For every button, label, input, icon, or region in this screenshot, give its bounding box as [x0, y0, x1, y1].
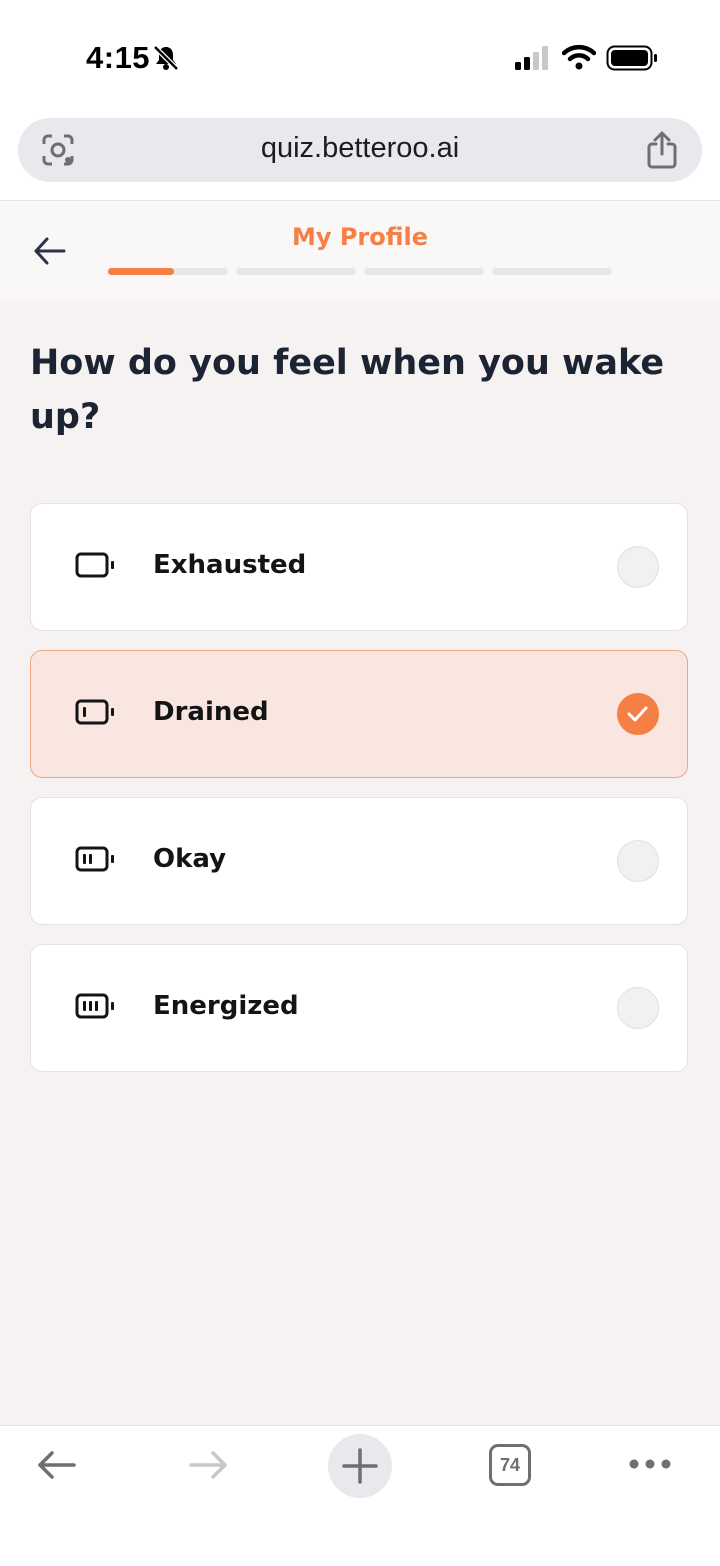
battery-half-icon	[75, 846, 114, 872]
silent-bell-icon	[153, 45, 179, 71]
section-title: My Profile	[291, 223, 429, 251]
share-icon[interactable]	[644, 130, 680, 170]
quiz-header: My Profile	[0, 201, 720, 301]
browser-toolbar: quiz.betteroo.ai	[0, 118, 720, 201]
radio-button[interactable]	[617, 840, 659, 882]
answer-option-energized[interactable]: Energized	[30, 944, 688, 1072]
status-time: 4:15	[86, 40, 151, 75]
browser-bottom-bar: 74	[0, 1425, 720, 1566]
progress-segment	[364, 268, 484, 275]
progress-segment	[236, 268, 356, 275]
question-title: How do you feel when you wake up?	[30, 343, 665, 437]
new-tab-button[interactable]	[328, 1434, 392, 1498]
progress-segment	[108, 268, 228, 275]
browser-back-icon[interactable]	[36, 1444, 78, 1486]
radio-button[interactable]	[617, 546, 659, 588]
battery-low-icon	[75, 699, 114, 725]
radio-button[interactable]	[617, 987, 659, 1029]
url-text: quiz.betteroo.ai	[260, 132, 460, 164]
answer-option-okay[interactable]: Okay	[30, 797, 688, 925]
more-options-icon[interactable]	[628, 1456, 672, 1472]
option-label: Exhausted	[153, 550, 307, 580]
progress-segment	[492, 268, 612, 275]
answer-option-exhausted[interactable]: Exhausted	[30, 503, 688, 631]
battery-status-icon	[606, 45, 657, 71]
option-label: Energized	[153, 991, 299, 1021]
browser-forward-icon[interactable]	[187, 1444, 229, 1486]
wifi-icon	[562, 44, 596, 70]
checkmark-icon	[627, 706, 648, 722]
battery-empty-icon	[75, 552, 114, 578]
plus-icon	[342, 1448, 378, 1484]
status-bar: 4:15	[0, 0, 720, 118]
radio-button-checked[interactable]	[617, 693, 659, 735]
option-label: Okay	[153, 844, 227, 874]
tab-count-button[interactable]: 74	[489, 1444, 531, 1486]
battery-full-icon	[75, 993, 114, 1019]
progress-segment-fill	[108, 268, 174, 275]
address-bar[interactable]: quiz.betteroo.ai	[18, 118, 702, 182]
option-label: Drained	[153, 697, 269, 727]
answer-option-drained[interactable]: Drained	[30, 650, 688, 778]
cellular-signal-icon	[515, 46, 548, 70]
